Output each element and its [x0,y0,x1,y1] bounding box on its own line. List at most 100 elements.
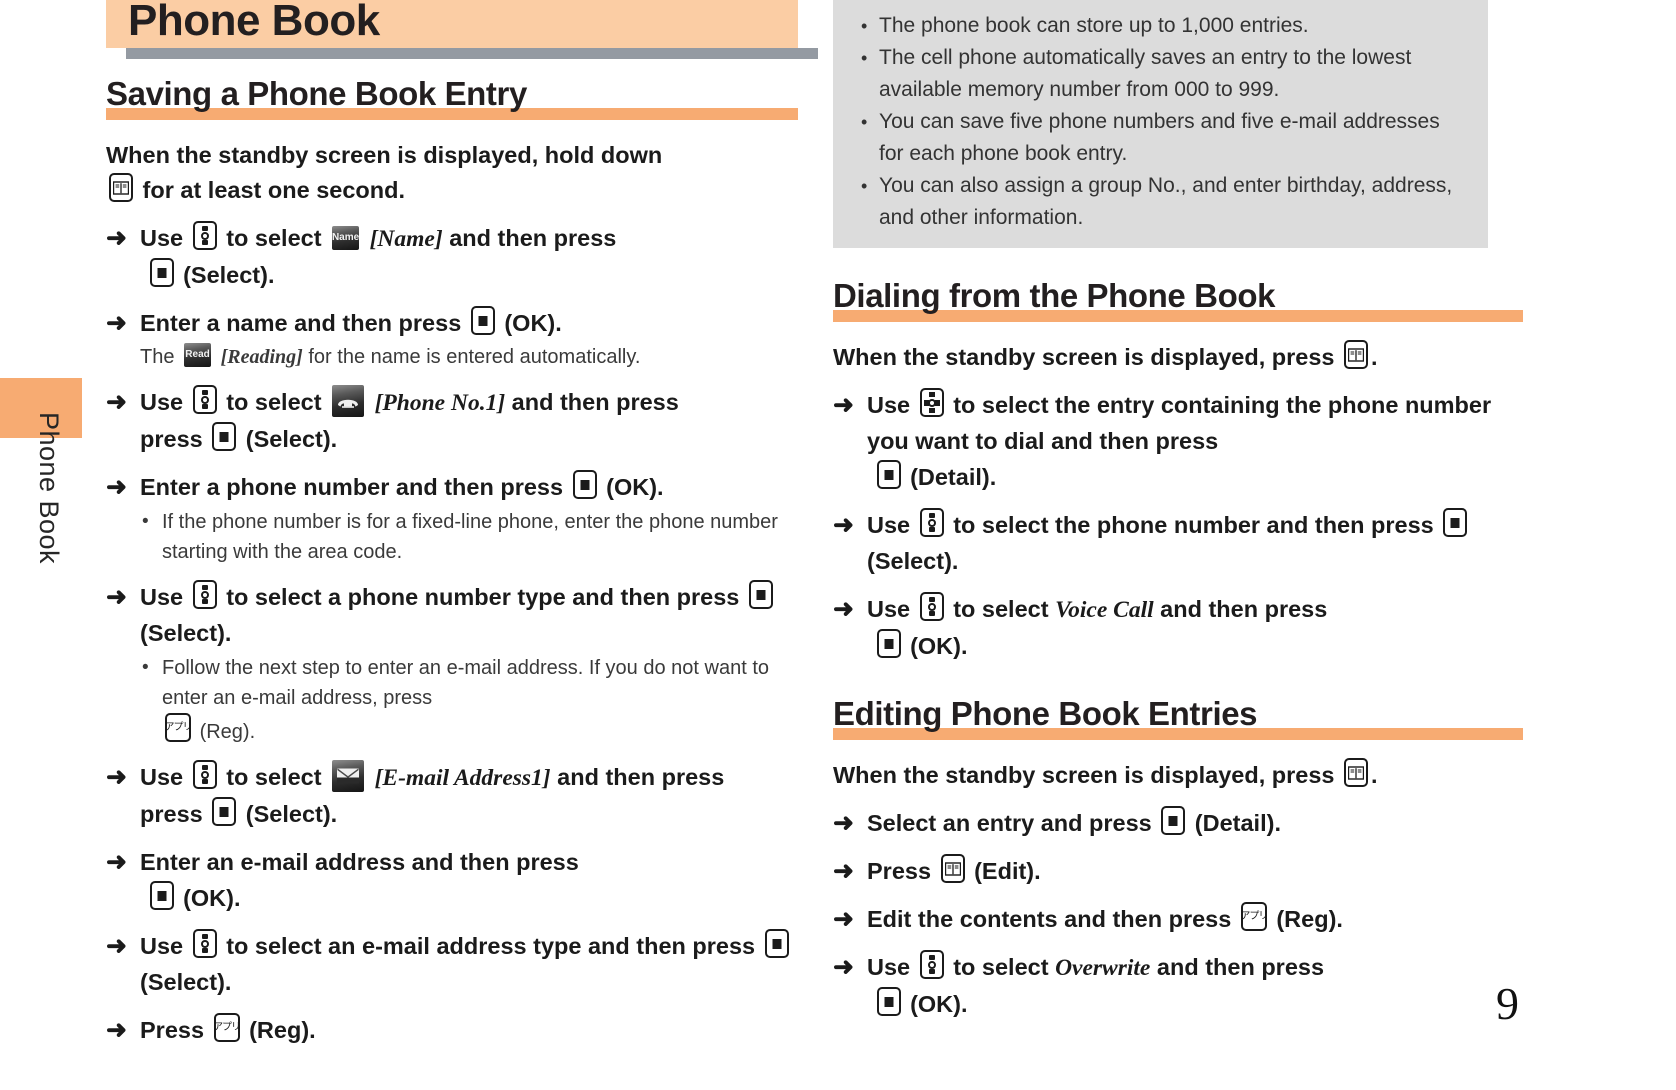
page-title-band: Phone Book [106,0,798,48]
dialing-lead-a: When the standby screen is displayed, pr… [833,344,1335,370]
ok-key-icon [876,987,901,1016]
app-key-label: アプリ [164,721,193,733]
edit4-italic: Overwrite [1055,955,1151,981]
app-key-icon: アプリ [213,1013,241,1042]
section-heading-editing-text: Editing Phone Book Entries [833,695,1258,732]
page-number: 9 [1496,978,1519,1029]
step6-a: Use [140,764,184,790]
step9-a: Press [140,1017,205,1043]
section-heading-saving: Saving a Phone Book Entry [106,74,806,120]
select-key-icon [212,422,237,451]
step5-a: Use [140,584,184,610]
editing-lead: When the standby screen is displayed, pr… [833,758,1533,793]
updown-key-icon [192,929,217,958]
updown-key-icon [919,950,944,979]
page-title: Phone Book [128,0,380,45]
step-select-name: ➜ Use to select Name [Name] and then pre… [106,220,806,293]
saving-lead-a: When the standby screen is displayed, ho… [106,142,663,168]
ok-key-icon [470,306,495,335]
arrow-icon: ➜ [106,388,127,416]
select-key-icon [1443,508,1468,537]
dial1-b: to select the entry containing the phone… [867,392,1492,454]
arrow-icon: ➜ [106,848,127,876]
ok-key-icon [876,629,901,658]
updown-key-icon [192,760,217,789]
step3-a: Use [140,389,184,415]
arrow-icon: ➜ [833,905,854,933]
dial3-a: Use [867,596,911,622]
edit2-b: (Edit). [974,858,1041,884]
dial3-italic: Voice Call [1055,597,1154,623]
step4-b: (OK). [606,474,664,500]
arrow-icon: ➜ [106,763,127,791]
section-heading-dialing: Dialing from the Phone Book [833,276,1533,322]
step7-b: (OK). [183,885,241,911]
step2-b: (OK). [504,310,562,336]
arrow-icon: ➜ [106,583,127,611]
list-item: • You can also assign a group No., and e… [853,170,1466,234]
step5-bullet: • Follow the next step to enter an e-mai… [106,653,806,747]
updown-key-icon [919,508,944,537]
side-tab-label: Phone Book [34,411,64,565]
dial-step-select-entry: ➜ Use to select the entry containing the… [833,387,1533,495]
step-select-email-type: ➜ Use to select an e-mail address type a… [106,928,806,1000]
step8-c: (Select). [140,969,232,995]
step-enter-email: ➜ Enter an e-mail address and then press… [106,844,806,916]
info-note-box: • The phone book can store up to 1,000 e… [833,0,1488,248]
step2-note: The Read [Reading] for the name is enter… [106,342,806,372]
step6-italic: [E-mail Address1] [374,765,551,791]
bullet-icon: • [142,657,149,678]
arrow-icon: ➜ [833,953,854,981]
step8-a: Use [140,933,184,959]
fourway-key-icon [919,388,944,417]
edit3-a: Edit the contents and then press [867,906,1232,932]
step2-note-a: The [140,346,175,368]
info-item-2: You can save five phone numbers and five… [879,110,1440,165]
bullet-icon: • [861,16,868,36]
step-enter-name: ➜ Enter a name and then press (OK). [106,305,806,341]
name-badge-icon: Name [332,226,360,250]
step1-d: (Select). [183,262,275,288]
step2-note-italic: [Reading] [220,346,303,368]
edit-step-overwrite: ➜ Use to select Overwrite and then press… [833,949,1533,1022]
phonebook-key-icon [940,854,965,883]
manual-page: Phone Book Phone Book Saving a Phone Boo… [0,0,1676,1090]
arrow-icon: ➜ [833,595,854,623]
step3-c: and then press [511,389,679,415]
arrow-icon: ➜ [106,932,127,960]
dial2-a: Use [867,512,911,538]
title-shadow-bar [126,48,818,59]
ok-key-icon [149,881,174,910]
phonebook-key-icon [1344,758,1369,787]
dial1-c: (Detail). [910,464,997,490]
reading-badge-icon: Read [184,343,212,367]
section-heading-saving-text: Saving a Phone Book Entry [106,75,527,112]
edit4-b: to select [953,954,1049,980]
step-enter-phone-number: ➜ Enter a phone number and then press (O… [106,469,806,505]
app-key-label: アプリ [1240,910,1268,922]
dial-step-voice-call: ➜ Use to select Voice Call and then pres… [833,591,1533,664]
step3-italic: [Phone No.1] [374,390,506,416]
dialing-lead: When the standby screen is displayed, pr… [833,340,1533,375]
step-select-phone-type: ➜ Use to select a phone number type and … [106,579,806,651]
section-heading-dialing-text: Dialing from the Phone Book [833,277,1276,314]
bullet-icon: • [142,511,149,532]
ok-key-icon [572,470,597,499]
app-key-icon: アプリ [164,713,193,742]
editing-lead-b: . [1371,762,1378,788]
info-item-3: You can also assign a group No., and ent… [879,174,1453,229]
select-key-icon [764,929,789,958]
right-column: • The phone book can store up to 1,000 e… [833,0,1533,1029]
step5-c: (Select). [140,620,232,646]
step1-a: Use [140,225,184,251]
edit-step-press-edit: ➜ Press (Edit). [833,853,1533,889]
step-select-email-address1: ➜ Use to select [E-mail Address1] and th… [106,759,806,832]
step5-b: to select a phone number type and then p… [226,584,740,610]
left-column: Phone Book Saving a Phone Book Entry Whe… [106,0,818,1048]
step3-b: to select [226,389,322,415]
arrow-icon: ➜ [106,309,127,337]
updown-key-icon [192,385,217,414]
name-badge-label: Name [332,232,360,243]
phonebook-key-icon [1344,340,1369,369]
editing-lead-a: When the standby screen is displayed, pr… [833,762,1335,788]
